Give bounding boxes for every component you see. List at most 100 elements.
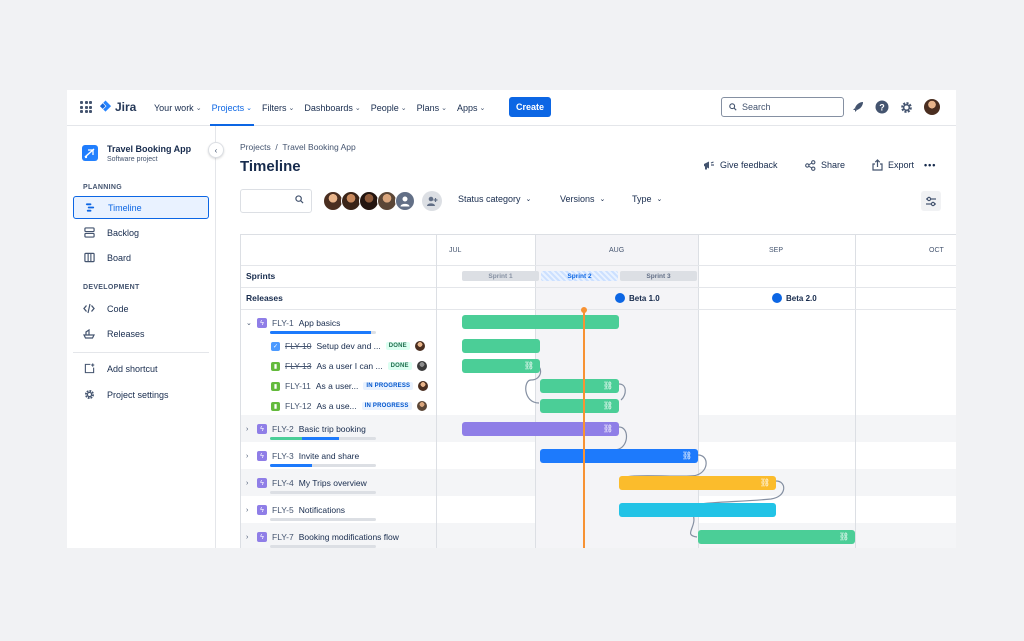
timeline-search-input[interactable] [240,189,312,213]
unassigned-avatar[interactable] [395,191,415,211]
epic-bar-fly-1[interactable] [462,315,619,329]
jira-logo-icon [99,100,112,112]
chevron-down-icon: ⌄ [479,105,486,112]
assignee-avatar[interactable] [341,191,361,211]
search-icon [729,103,737,111]
help-icon[interactable]: ? [874,99,890,115]
versions-filter[interactable]: Versions ⌄ [560,194,605,204]
sliders-icon [926,196,936,206]
nav-your-work[interactable]: Your work ⌄ [149,90,207,126]
nav-apps[interactable]: Apps ⌄ [452,90,490,126]
assignee-avatar[interactable] [359,191,379,211]
sidebar-item-label: Add shortcut [107,363,158,374]
view-settings-button[interactable] [921,191,941,211]
epic-bar-fly-5[interactable] [619,503,776,517]
epic-bar-fly-7[interactable]: ⛓ [698,530,855,544]
issue-bar-fly-11[interactable]: ⛓ [540,379,619,393]
add-shortcut-icon [83,363,95,375]
settings-icon[interactable] [898,99,914,115]
share-button[interactable]: Share [805,158,845,172]
nav-label: People [370,103,399,113]
issue-bar-fly-13[interactable]: ⛓ [462,359,540,373]
nav-label: Projects [211,103,245,113]
issue-bar-fly-10[interactable] [462,339,540,353]
search-input[interactable]: Search [721,97,844,117]
epic-bar-fly-4[interactable]: ⛓ [619,476,776,490]
nav-people[interactable]: People ⌄ [366,90,412,126]
versions-label: Versions [560,194,595,204]
epic-bar-fly-2[interactable]: ⛓ [462,422,619,436]
timeline-icon [84,202,96,214]
link-icon: ⛓ [681,451,692,460]
profile-avatar[interactable] [924,99,940,115]
project-name[interactable]: Travel Booking App [107,144,191,154]
app-switcher-icon[interactable] [80,101,92,113]
type-filter[interactable]: Type ⌄ [632,194,662,204]
chevron-down-icon: ⌄ [246,105,252,112]
export-label: Export [888,160,915,170]
nav-label: Dashboards [304,103,353,113]
more-actions-button[interactable]: ••• [924,158,936,172]
sidebar-item-label: Board [107,252,132,263]
sidebar-item-label: Project settings [107,389,169,400]
today-marker-dot [581,307,587,313]
status-category-label: Status category [458,194,521,204]
create-button[interactable]: Create [509,97,551,117]
person-icon [400,196,410,207]
status-category-filter[interactable]: Status category ⌄ [458,194,531,204]
share-label: Share [821,160,846,170]
main-nav: Your work ⌄ Projects ⌄ Filters ⌄ Dashboards… [149,90,490,126]
give-feedback-label: Give feedback [720,160,778,170]
type-label: Type [632,194,652,204]
epic-bar-fly-3[interactable]: ⛓ [540,449,698,463]
code-icon [83,303,95,315]
assignee-avatar[interactable] [377,191,397,211]
rocket-icon[interactable] [850,99,866,115]
issue-bar-fly-12[interactable]: ⛓ [540,399,619,413]
assignee-avatar[interactable] [323,191,343,211]
sidebar-item-label: Timeline [108,202,142,213]
share-icon [805,159,816,171]
more-icon: ••• [924,160,937,170]
link-icon: ⛓ [523,361,534,370]
filter-bar: Status category ⌄ Versions ⌄ Type ⌄ [240,189,956,213]
nav-filters[interactable]: Filters ⌄ [257,90,299,126]
backlog-icon [83,227,95,239]
project-sidebar: Travel Booking App Software project PLAN… [67,126,216,548]
search-placeholder: Search [742,102,771,112]
today-marker-line [583,309,585,548]
nav-dashboards[interactable]: Dashboards ⌄ [299,90,365,126]
chevron-down-icon: ⌄ [525,196,532,203]
sidebar-item-label: Backlog [107,227,140,238]
sidebar-item-timeline[interactable]: Timeline [73,196,209,219]
nav-label: Filters [261,103,287,113]
svg-text:?: ? [879,103,885,113]
link-icon: ⛓ [759,478,770,487]
sidebar-item-board[interactable]: Board [73,246,209,269]
chevron-down-icon: ⌄ [288,105,295,112]
give-feedback-button[interactable]: Give feedback [703,158,778,172]
link-icon: ⛓ [602,381,613,390]
development-section-label: DEVELOPMENT [83,284,140,291]
sidebar-item-add-shortcut[interactable]: Add shortcut [73,357,209,380]
board-icon [83,252,95,264]
link-icon: ⛓ [602,424,613,433]
logo-text: Jira [115,100,137,114]
collapse-sidebar-button[interactable]: ‹ [208,142,224,158]
breadcrumb[interactable]: Projects / Travel Booking App [240,142,356,152]
chevron-left-icon: ‹ [214,145,218,155]
nav-label: Apps [457,103,478,113]
jira-logo[interactable]: Jira [99,100,136,114]
add-people-button[interactable] [422,191,442,211]
nav-projects[interactable]: Projects ⌄ [207,90,257,126]
releases-icon [83,328,95,340]
sidebar-item-releases[interactable]: Releases [73,322,209,345]
project-avatar-icon [82,145,98,161]
nav-plans[interactable]: Plans ⌄ [412,90,452,126]
link-icon: ⛓ [838,532,849,541]
export-button[interactable]: Export [872,158,914,172]
sidebar-item-project-settings[interactable]: Project settings [73,383,209,406]
chevron-down-icon: ⌄ [599,196,606,203]
sidebar-item-backlog[interactable]: Backlog [73,221,209,244]
sidebar-item-code[interactable]: Code [73,297,209,320]
